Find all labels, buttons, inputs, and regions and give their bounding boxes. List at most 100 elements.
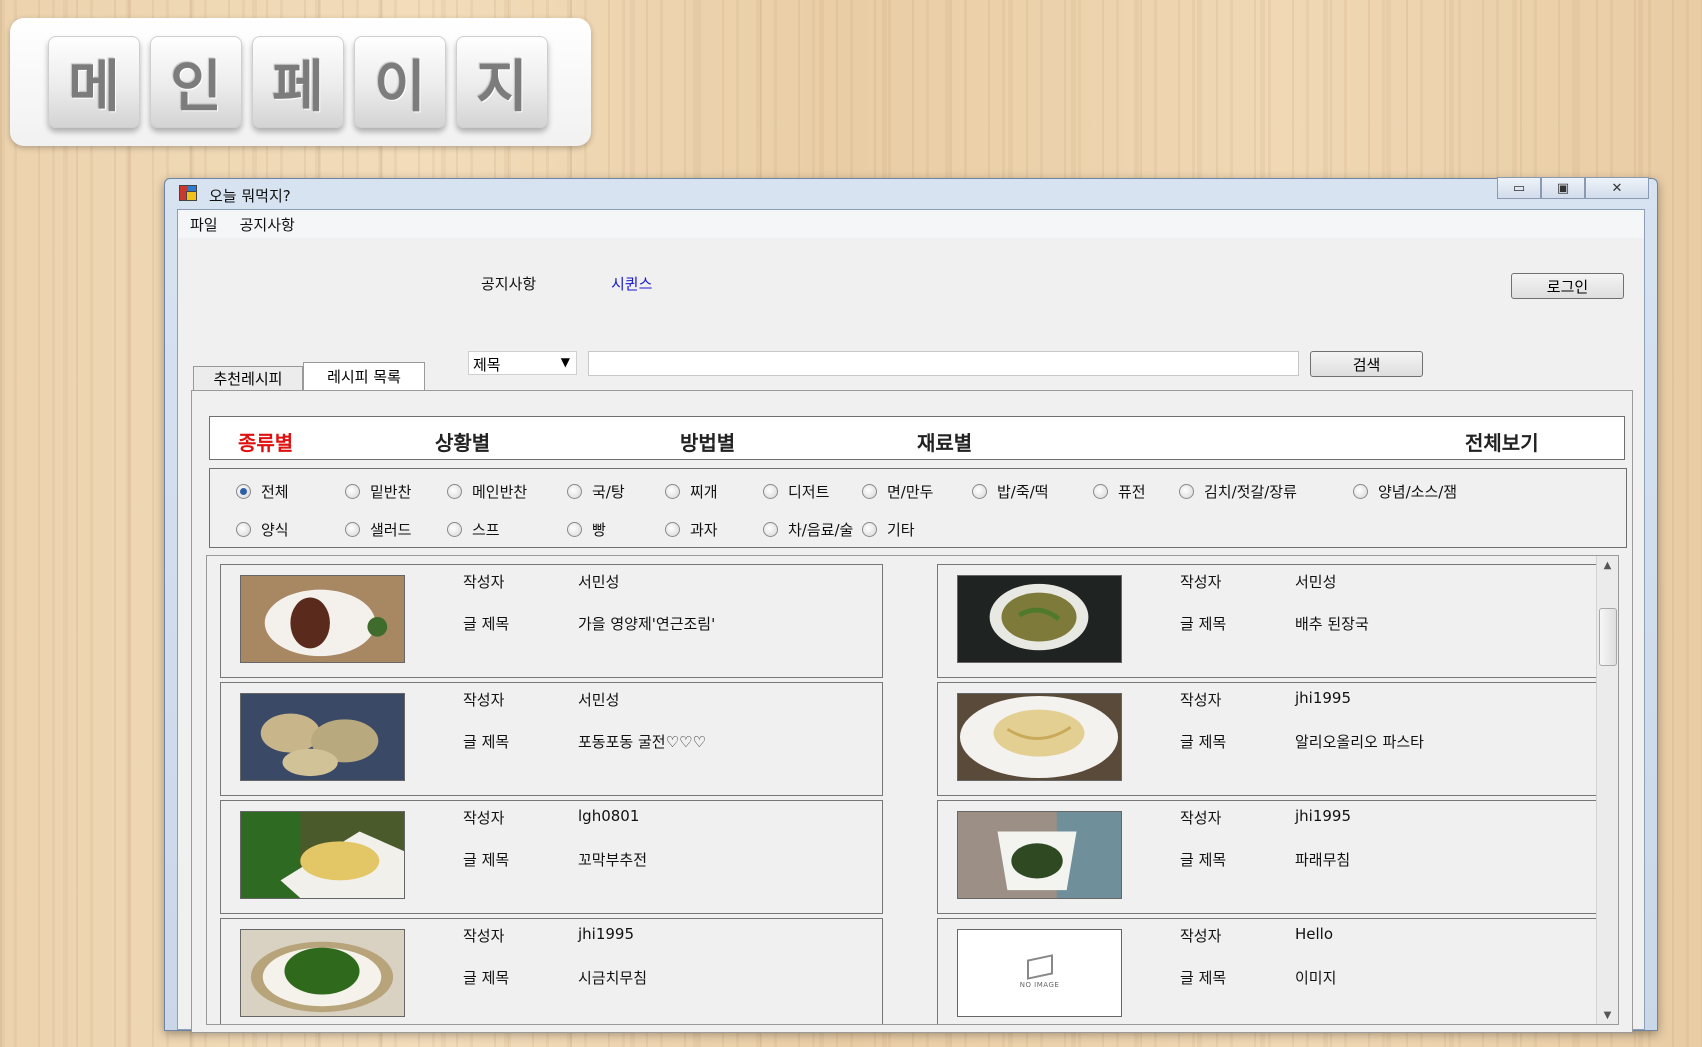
author-value: 서민성 [578, 691, 620, 709]
scroll-down-icon[interactable]: ▼ [1597, 1006, 1618, 1024]
filter-label: 스프 [472, 521, 500, 539]
filter-radio[interactable]: 디저트 [763, 481, 829, 502]
radio-dot [567, 484, 582, 499]
filter-radio[interactable]: 김치/젓갈/장류 [1179, 481, 1297, 502]
title-label: 글 제목 [463, 615, 510, 633]
close-button[interactable]: ✕ [1585, 177, 1649, 199]
title-value[interactable]: 알리오올리오 파스타 [1295, 731, 1424, 752]
title-value[interactable]: 이미지 [1295, 967, 1336, 988]
title-value[interactable]: 꼬막부추전 [578, 849, 647, 870]
filter-label: 밥/죽/떡 [997, 483, 1049, 501]
menu-file[interactable]: 파일 [190, 214, 218, 235]
recipe-card[interactable]: 작성자 jhi1995 글 제목 알리오올리오 파스타 [937, 682, 1600, 796]
filter-label: 과자 [690, 521, 718, 539]
filter-label: 샐러드 [370, 521, 412, 539]
banner-tile: 지 [456, 36, 548, 128]
radio-dot [236, 484, 251, 499]
filter-radio[interactable]: 찌개 [665, 481, 718, 502]
title-label: 글 제목 [1180, 615, 1227, 633]
window-client: 파일 공지사항 공지사항 시퀸스 로그인 추천레시피 레시피 목록 제목 ▼ 검… [177, 209, 1645, 1033]
recipe-card[interactable]: 작성자 jhi1995 글 제목 시금치무침 [220, 918, 883, 1024]
author-label: 작성자 [1180, 809, 1222, 827]
recipe-card[interactable]: 작성자 서민성 글 제목 포동포동 굴전♡♡♡ [220, 682, 883, 796]
radio-dot [567, 522, 582, 537]
radio-dot [1353, 484, 1368, 499]
filter-radio[interactable]: 빵 [567, 519, 606, 540]
category-ingredient[interactable]: 재료별 [917, 427, 972, 456]
category-situation[interactable]: 상황별 [435, 427, 490, 456]
maximize-button[interactable]: ▣ [1541, 177, 1585, 199]
banner-tile: 메 [48, 36, 140, 128]
filter-radio[interactable]: 차/음료/술 [763, 519, 853, 540]
filter-radio[interactable]: 기타 [862, 519, 915, 540]
filter-radio[interactable]: 스프 [447, 519, 500, 540]
author-value: jhi1995 [1295, 689, 1352, 707]
filter-label: 양식 [261, 521, 289, 539]
title-label: 글 제목 [463, 851, 510, 869]
filter-radio[interactable]: 양념/소스/잼 [1353, 481, 1457, 502]
filter-radio[interactable]: 면/만두 [862, 481, 933, 502]
filter-label: 퓨전 [1118, 483, 1146, 501]
filter-radio[interactable]: 밥/죽/떡 [972, 481, 1049, 502]
filter-radio[interactable]: 양식 [236, 519, 289, 540]
search-field-select[interactable]: 제목 ▼ [468, 351, 577, 375]
author-label: 작성자 [463, 809, 505, 827]
scroll-thumb[interactable] [1599, 608, 1617, 666]
scroll-up-icon[interactable]: ▲ [1597, 556, 1618, 574]
title-label: 글 제목 [1180, 733, 1227, 751]
filter-radio[interactable]: 샐러드 [345, 519, 411, 540]
menu-notice[interactable]: 공지사항 [240, 214, 295, 235]
author-value: Hello [1295, 925, 1334, 943]
recipe-list[interactable]: 작성자 서민성 글 제목 가을 영양제'연근조림' 작성자 서민성 글 제목 배… [206, 555, 1619, 1025]
title-label: 글 제목 [463, 969, 510, 987]
author-value: 서민성 [578, 573, 620, 591]
app-icon [179, 185, 197, 201]
title-label: 글 제목 [463, 733, 510, 751]
tab-recommended[interactable]: 추천레시피 [193, 366, 303, 390]
radio-dot [1093, 484, 1108, 499]
recipe-card[interactable]: 작성자 jhi1995 글 제목 파래무침 [937, 800, 1600, 914]
category-all[interactable]: 전체보기 [1465, 427, 1539, 456]
filter-radio[interactable]: 밑반찬 [345, 481, 411, 502]
search-field-value: 제목 [473, 356, 501, 374]
author-label: 작성자 [463, 691, 505, 709]
title-bar[interactable]: 오늘 뭐먹지? ▭ ▣ ✕ [165, 177, 1657, 209]
filter-label: 디저트 [788, 483, 830, 501]
title-value[interactable]: 시금치무침 [578, 967, 647, 988]
recipe-card[interactable]: 작성자 lgh0801 글 제목 꼬막부추전 [220, 800, 883, 914]
title-value[interactable]: 파래무침 [1295, 849, 1350, 870]
recipe-card[interactable]: 작성자 서민성 글 제목 배추 된장국 [937, 564, 1600, 678]
no-image-text: NO IMAGE [1019, 981, 1060, 989]
recipe-card[interactable]: 작성자 서민성 글 제목 가을 영양제'연근조림' [220, 564, 883, 678]
notice-label: 공지사항 [481, 275, 537, 293]
login-button[interactable]: 로그인 [1511, 273, 1624, 299]
minimize-button[interactable]: ▭ [1497, 177, 1541, 199]
filter-radio[interactable]: 과자 [665, 519, 718, 540]
search-input[interactable] [588, 351, 1299, 376]
app-window: 오늘 뭐먹지? ▭ ▣ ✕ 파일 공지사항 공지사항 시퀸스 로그인 추천레시피… [164, 177, 1658, 1033]
category-type[interactable]: 종류별 [238, 427, 293, 456]
radio-dot [447, 522, 462, 537]
tab-recipe-list[interactable]: 레시피 목록 [303, 362, 425, 390]
filter-radio[interactable]: 전체 [236, 481, 289, 502]
recipe-list-tabpage: 종류별 상황별 방법별 재료별 전체보기 전체 밑반찬 메인반찬 국/탕 찌개 … [191, 390, 1633, 1033]
sequins-link[interactable]: 시퀸스 [611, 273, 652, 294]
filter-label: 빵 [592, 521, 606, 539]
author-label: 작성자 [1180, 927, 1222, 945]
category-method[interactable]: 방법별 [680, 427, 735, 456]
author-value: 서민성 [1295, 573, 1337, 591]
recipe-thumbnail [957, 575, 1122, 663]
title-value[interactable]: 배추 된장국 [1295, 613, 1369, 634]
filter-radio[interactable]: 메인반찬 [447, 481, 527, 502]
radio-dot [665, 522, 680, 537]
filter-label: 메인반찬 [472, 483, 528, 501]
filter-group: 전체 밑반찬 메인반찬 국/탕 찌개 디저트 면/만두 밥/죽/떡 퓨전 김치/… [209, 468, 1627, 548]
title-value[interactable]: 가을 영양제'연근조림' [578, 613, 715, 634]
category-bar: 종류별 상황별 방법별 재료별 전체보기 [209, 416, 1625, 460]
title-value[interactable]: 포동포동 굴전♡♡♡ [578, 731, 706, 752]
vertical-scrollbar[interactable]: ▲ ▼ [1596, 556, 1618, 1024]
filter-radio[interactable]: 국/탕 [567, 481, 625, 502]
filter-radio[interactable]: 퓨전 [1093, 481, 1146, 502]
search-button[interactable]: 검색 [1310, 351, 1423, 377]
recipe-card[interactable]: NO IMAGE 작성자 Hello 글 제목 이미지 [937, 918, 1600, 1024]
